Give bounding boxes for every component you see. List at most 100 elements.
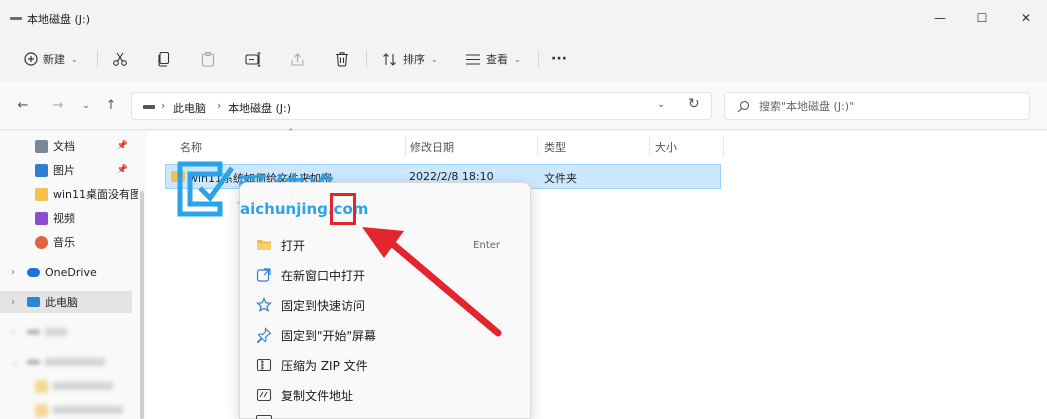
- share-button[interactable]: [290, 46, 305, 72]
- toolbar-divider: [538, 50, 539, 68]
- redacted-label: [45, 358, 105, 366]
- breadcrumb-local-disk[interactable]: 本地磁盘 (J:): [228, 100, 291, 116]
- paste-icon: [201, 51, 215, 67]
- menu-item-compress-zip[interactable]: 压缩为 ZIP 文件: [246, 351, 526, 379]
- sort-button[interactable]: 排序 ⌄: [382, 46, 438, 72]
- zip-icon: [256, 358, 272, 372]
- toolbar-divider: [366, 50, 367, 68]
- folder-icon: [35, 403, 48, 417]
- menu-item-copy-path[interactable]: 复制文件地址: [246, 381, 526, 409]
- menu-item-label: 打开: [281, 238, 306, 253]
- drive-icon: [27, 330, 40, 334]
- back-button[interactable]: ←: [13, 96, 33, 116]
- copy-button[interactable]: [157, 46, 171, 72]
- address-history-icon[interactable]: ⌄: [657, 99, 665, 110]
- star-icon: [256, 297, 272, 312]
- nav-item-label: 文档: [53, 140, 75, 153]
- refresh-icon[interactable]: ↻: [688, 96, 700, 112]
- column-divider[interactable]: [405, 135, 406, 157]
- forward-button[interactable]: →: [48, 96, 68, 116]
- nav-item-onedrive[interactable]: › OneDrive: [0, 261, 140, 283]
- column-divider[interactable]: [649, 135, 650, 157]
- nav-item-label: 此电脑: [45, 296, 78, 309]
- search-input[interactable]: [759, 98, 1019, 114]
- nav-item-label: 图片: [53, 164, 75, 177]
- redacted-label: [45, 328, 67, 336]
- chevron-down-icon: ⌄: [71, 54, 78, 64]
- paste-button[interactable]: [201, 46, 215, 72]
- menu-item-label: 固定到快速访问: [281, 298, 366, 313]
- nav-item-win11-folder[interactable]: win11桌面没有图: [0, 183, 140, 205]
- column-divider[interactable]: [723, 135, 724, 157]
- chevron-down-icon: ⌄: [514, 54, 521, 64]
- view-list-icon: [466, 53, 480, 65]
- nav-item-folder-blurred[interactable]: [0, 375, 140, 397]
- minimize-button[interactable]: —: [922, 6, 958, 30]
- nav-item-drive-blurred[interactable]: ⌄: [0, 351, 140, 373]
- column-header-name[interactable]: 名称: [180, 139, 202, 155]
- new-button[interactable]: 新建 ⌄: [24, 46, 78, 72]
- column-header-size[interactable]: 大小: [655, 139, 677, 155]
- cut-button[interactable]: [112, 46, 128, 72]
- menu-item-cutoff-icon: [256, 415, 272, 419]
- menu-item-pin-start[interactable]: 固定到"开始"屏幕: [246, 321, 526, 349]
- new-button-label: 新建: [43, 53, 65, 66]
- new-window-icon: [256, 268, 271, 282]
- folder-icon: [35, 379, 48, 393]
- view-button[interactable]: 查看 ⌄: [465, 46, 521, 72]
- address-row: ← → ⌄ ↑ › 此电脑 › 本地磁盘 (J:) ⌄ ↻: [0, 82, 1047, 130]
- menu-item-open[interactable]: 打开 Enter: [246, 231, 526, 259]
- nav-item-music[interactable]: 音乐: [0, 231, 140, 253]
- pin-icon: 📌: [116, 165, 128, 175]
- breadcrumb-chevron-icon: ›: [161, 99, 166, 112]
- column-header-modified[interactable]: 修改日期: [410, 139, 454, 155]
- address-bar[interactable]: › 此电脑 › 本地磁盘 (J:) ⌄ ↻: [131, 92, 712, 120]
- search-box[interactable]: [724, 92, 1030, 120]
- navigation-pane: 文档 📌 图片 📌 win11桌面没有图 视频 音乐 › OneDrive › …: [0, 131, 147, 419]
- nav-item-drive-blurred[interactable]: ›: [0, 321, 140, 343]
- menu-item-shortcut: Enter: [473, 239, 500, 251]
- music-icon: [35, 235, 48, 249]
- nav-item-documents[interactable]: 文档 📌: [0, 135, 140, 157]
- nav-item-folder-blurred[interactable]: [0, 399, 140, 419]
- rename-icon: [245, 51, 261, 67]
- menu-item-open-new-window[interactable]: 在新窗口中打开: [246, 261, 526, 289]
- drive-icon: [143, 105, 155, 109]
- recent-locations-button[interactable]: ⌄: [76, 96, 96, 116]
- breadcrumb-chevron-icon: ›: [217, 99, 222, 112]
- sort-button-label: 排序: [403, 53, 425, 66]
- annotation-highlight-box: [330, 193, 356, 225]
- expand-chevron-icon[interactable]: ›: [11, 267, 15, 278]
- more-options-button[interactable]: ···: [551, 46, 567, 72]
- nav-item-this-pc[interactable]: › 此电脑: [0, 291, 132, 313]
- menu-item-label: 压缩为 ZIP 文件: [281, 358, 368, 373]
- breadcrumb-this-pc[interactable]: 此电脑: [173, 100, 206, 116]
- rename-button[interactable]: [245, 46, 262, 72]
- nav-item-pictures[interactable]: 图片 📌: [0, 159, 140, 181]
- nav-item-videos[interactable]: 视频: [0, 207, 140, 229]
- column-header-type[interactable]: 类型: [544, 139, 566, 155]
- menu-item-label: 固定到"开始"屏幕: [281, 328, 377, 343]
- up-button[interactable]: ↑: [101, 96, 121, 116]
- nav-item-label: 音乐: [53, 236, 75, 249]
- chevron-down-icon: ⌄: [431, 54, 438, 64]
- expand-chevron-icon[interactable]: ›: [11, 297, 15, 308]
- expand-chevron-icon: ⌄: [11, 356, 20, 368]
- share-icon: [291, 52, 304, 66]
- view-button-label: 查看: [486, 53, 508, 66]
- folder-icon: [35, 187, 48, 201]
- close-button[interactable]: ✕: [1008, 6, 1044, 30]
- maximize-button[interactable]: ☐: [964, 6, 1000, 30]
- menu-item-pin-quick-access[interactable]: 固定到快速访问: [246, 291, 526, 319]
- nav-scrollbar[interactable]: [140, 191, 144, 419]
- computer-icon: [27, 297, 40, 307]
- document-icon: [35, 139, 48, 153]
- column-divider[interactable]: [537, 135, 538, 157]
- copy-icon: [158, 51, 170, 67]
- window-title: 本地磁盘 (J:): [27, 13, 91, 26]
- search-icon: [737, 100, 750, 113]
- sort-up-chevron-icon: ⌃: [287, 128, 295, 138]
- drive-icon: [10, 17, 22, 20]
- row-type: 文件夹: [544, 172, 577, 185]
- delete-button[interactable]: [335, 46, 349, 72]
